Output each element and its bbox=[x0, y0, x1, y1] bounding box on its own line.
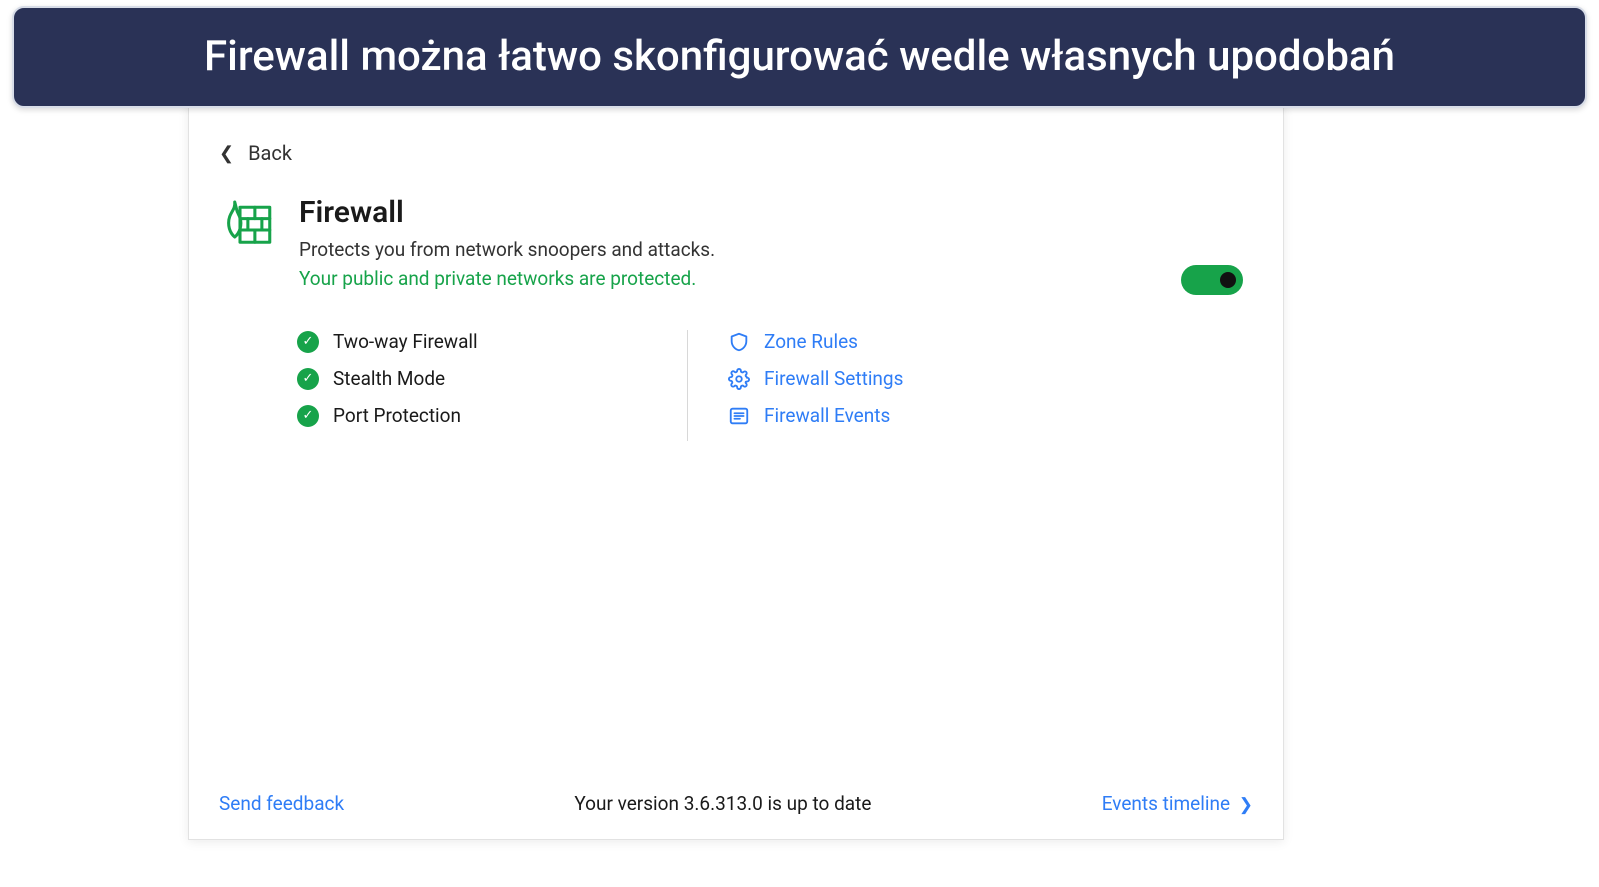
check-icon: ✓ bbox=[297, 331, 319, 353]
feature-label: Stealth Mode bbox=[333, 367, 445, 390]
firewall-settings-window: ❮ Back Firewall Protects you from networ bbox=[188, 80, 1284, 840]
firewall-icon bbox=[219, 195, 275, 251]
feature-stealth-mode: ✓ Stealth Mode bbox=[297, 367, 657, 390]
page-title: Firewall bbox=[299, 195, 715, 230]
events-timeline-label: Events timeline bbox=[1102, 792, 1230, 815]
toggle-knob bbox=[1220, 272, 1236, 288]
toggle-container bbox=[1181, 265, 1243, 295]
link-label: Zone Rules bbox=[764, 330, 858, 353]
chevron-left-icon: ❮ bbox=[219, 143, 234, 164]
check-icon: ✓ bbox=[297, 405, 319, 427]
feature-label: Two-way Firewall bbox=[333, 330, 478, 353]
list-icon bbox=[728, 405, 750, 427]
link-label: Firewall Events bbox=[764, 404, 890, 427]
window-header: ❮ Back Firewall Protects you from networ bbox=[189, 81, 1283, 290]
link-firewall-events[interactable]: Firewall Events bbox=[728, 404, 903, 427]
check-icon: ✓ bbox=[297, 368, 319, 390]
title-text-block: Firewall Protects you from network snoop… bbox=[299, 195, 715, 290]
feature-two-way-firewall: ✓ Two-way Firewall bbox=[297, 330, 657, 353]
caption-text: Firewall można łatwo skonfigurować wedle… bbox=[204, 32, 1395, 81]
version-status: Your version 3.6.313.0 is up to date bbox=[574, 792, 871, 815]
events-timeline-link[interactable]: Events timeline ❯ bbox=[1102, 792, 1253, 815]
protection-status: Your public and private networks are pro… bbox=[299, 267, 715, 290]
footer-bar: Send feedback Your version 3.6.313.0 is … bbox=[189, 792, 1283, 839]
page-subtitle: Protects you from network snoopers and a… bbox=[299, 238, 715, 261]
title-block: Firewall Protects you from network snoop… bbox=[219, 195, 1253, 290]
links-column: Zone Rules Firewall Settings bbox=[687, 330, 903, 441]
back-button[interactable]: ❮ Back bbox=[219, 141, 1253, 165]
features-column: ✓ Two-way Firewall ✓ Stealth Mode ✓ Port… bbox=[297, 330, 687, 441]
features-row: ✓ Two-way Firewall ✓ Stealth Mode ✓ Port… bbox=[189, 330, 1283, 441]
send-feedback-link[interactable]: Send feedback bbox=[219, 792, 344, 815]
chevron-right-icon: ❯ bbox=[1239, 795, 1253, 815]
gear-icon bbox=[728, 368, 750, 390]
firewall-toggle[interactable] bbox=[1181, 265, 1243, 295]
feature-label: Port Protection bbox=[333, 404, 461, 427]
back-label: Back bbox=[248, 141, 292, 165]
feature-port-protection: ✓ Port Protection bbox=[297, 404, 657, 427]
link-zone-rules[interactable]: Zone Rules bbox=[728, 330, 903, 353]
link-label: Firewall Settings bbox=[764, 367, 903, 390]
link-firewall-settings[interactable]: Firewall Settings bbox=[728, 367, 903, 390]
shield-icon bbox=[728, 331, 750, 353]
caption-banner: Firewall można łatwo skonfigurować wedle… bbox=[12, 6, 1587, 108]
